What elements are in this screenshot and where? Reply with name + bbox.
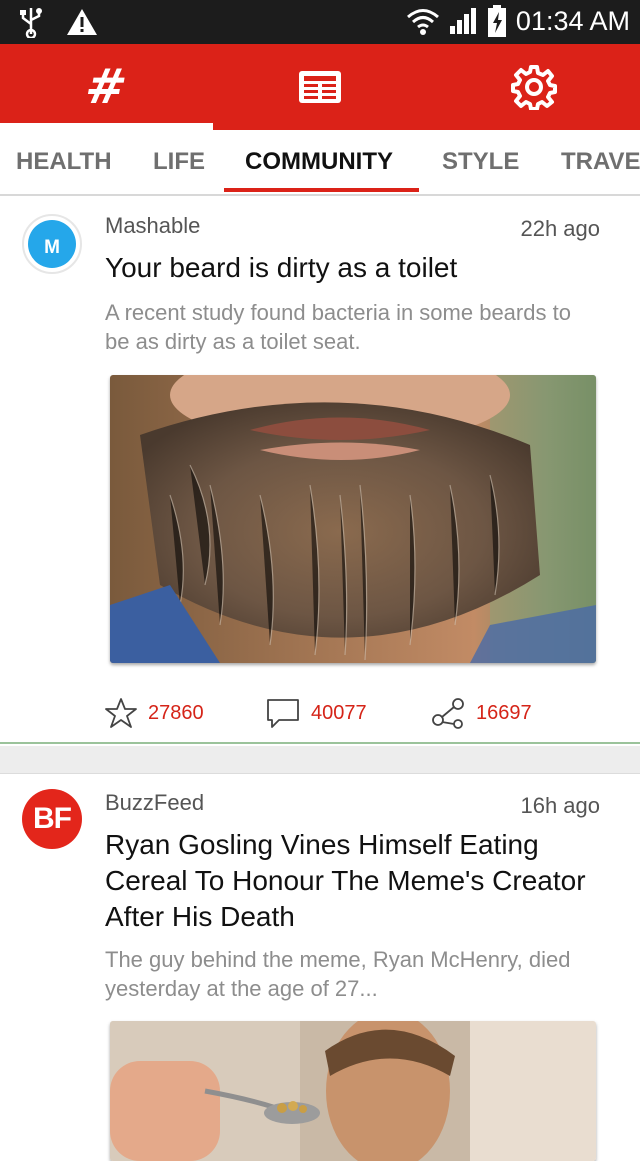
headline[interactable]: Ryan Gosling Vines Himself Eating Cereal… (105, 827, 595, 935)
headline[interactable]: Your beard is dirty as a toilet (105, 250, 605, 286)
source-name: BuzzFeed (105, 790, 205, 815)
share-button[interactable]: 16697 (430, 693, 532, 733)
tab-travel[interactable]: TRAVE (561, 130, 640, 194)
battery-charging-icon (487, 5, 506, 37)
comment-count: 40077 (311, 701, 367, 724)
summary: The guy behind the meme, Ryan McHenry, d… (105, 947, 571, 1001)
star-icon (105, 698, 137, 728)
card-divider (0, 746, 640, 774)
category-indicator (224, 188, 419, 192)
tab-news[interactable] (213, 44, 426, 130)
active-tab-indicator (0, 123, 213, 130)
tab-life[interactable]: LIFE (153, 130, 205, 194)
like-button[interactable]: 27860 (104, 693, 204, 733)
tab-health[interactable]: HEALTH (16, 130, 112, 194)
source-avatar: BF (22, 789, 82, 849)
gear-icon (510, 65, 557, 110)
post-time: 22h ago (520, 216, 600, 241)
comment-icon (267, 699, 299, 728)
news-card[interactable]: BF BuzzFeed 16h ago Ryan Gosling Vines H… (0, 775, 640, 1161)
tab-hashtag[interactable]: # (0, 44, 213, 130)
wifi-icon (406, 9, 439, 35)
usb-icon (20, 8, 42, 38)
beard-photo[interactable] (110, 375, 596, 663)
card-actions: 27860 40077 16697 (0, 693, 640, 733)
share-icon (432, 698, 464, 729)
signal-icon (449, 8, 476, 34)
tab-community[interactable]: COMMUNITY (245, 130, 393, 194)
summary: A recent study found bacteria in some be… (105, 300, 571, 354)
status-time: 01:34 AM (515, 5, 630, 36)
newspaper-icon (298, 71, 341, 103)
source-name: Mashable (105, 213, 201, 238)
hashtag-icon: # (81, 59, 132, 115)
comment-button[interactable]: 40077 (265, 693, 367, 733)
app-bar: # (0, 44, 640, 130)
tab-style[interactable]: STYLE (442, 130, 519, 194)
warning-icon (67, 9, 97, 35)
post-time: 16h ago (520, 793, 600, 818)
share-count: 16697 (476, 701, 532, 724)
like-count: 27860 (148, 701, 204, 724)
category-tabs: HEALTH LIFE COMMUNITY STYLE TRAVE (0, 130, 640, 196)
news-card[interactable]: M Mashable 22h ago Your beard is dirty a… (0, 197, 640, 744)
status-bar: 01:34 AM (0, 0, 640, 44)
cereal-spoon-photo[interactable] (110, 1021, 596, 1161)
source-avatar: M (22, 214, 82, 274)
tab-settings[interactable] (427, 44, 640, 130)
